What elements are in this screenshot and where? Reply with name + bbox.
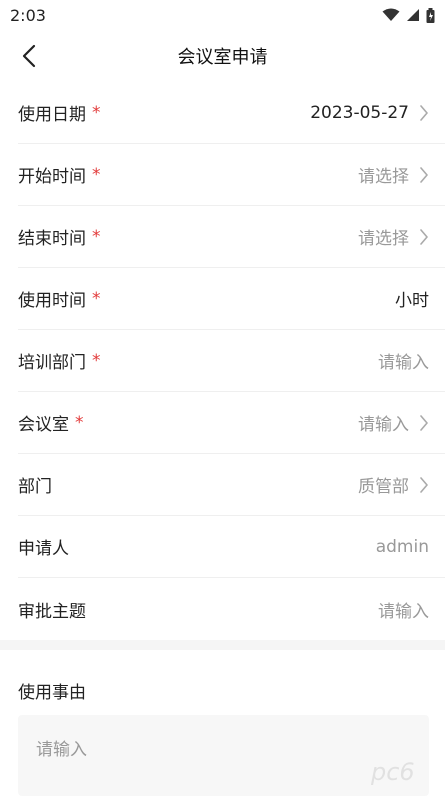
- row-label: 部门: [18, 477, 52, 497]
- row-value: admin: [375, 536, 429, 557]
- row-value: 请输入: [378, 353, 429, 373]
- back-button[interactable]: [14, 40, 44, 72]
- required-mark: *: [92, 164, 101, 185]
- row-meeting-room[interactable]: 会议室 * 请输入: [18, 392, 445, 454]
- row-value: 质管部: [358, 477, 409, 497]
- required-mark: *: [92, 102, 101, 123]
- wifi-icon: [382, 8, 400, 21]
- row-applicant: 申请人 admin: [18, 516, 445, 578]
- status-icons: [382, 7, 435, 23]
- row-value: 请输入: [378, 601, 429, 622]
- watermark-logo: pc6: [370, 758, 415, 786]
- battery-icon: [426, 7, 435, 23]
- row-approval-subject[interactable]: 审批主题 请输入: [18, 578, 445, 640]
- required-mark: *: [92, 288, 101, 309]
- row-label: 会议室: [18, 415, 69, 435]
- row-label: 申请人: [18, 539, 69, 559]
- chevron-left-icon: [22, 44, 36, 68]
- row-start-time[interactable]: 开始时间 * 请选择: [18, 144, 445, 206]
- reason-label: 使用事由: [18, 683, 86, 703]
- status-time: 2:03: [10, 5, 46, 25]
- chevron-right-icon: [420, 166, 428, 183]
- row-value: 请选择: [358, 167, 409, 187]
- row-value: 请选择: [358, 229, 409, 249]
- row-label: 使用时间: [18, 291, 86, 311]
- chevron-right-icon: [420, 414, 428, 431]
- row-usage-duration[interactable]: 使用时间 * 小时: [18, 268, 445, 330]
- row-department[interactable]: 部门 质管部: [18, 454, 445, 516]
- row-value: 请输入: [358, 415, 409, 435]
- row-label: 结束时间: [18, 229, 86, 249]
- signal-icon: [407, 9, 419, 21]
- required-mark: *: [92, 226, 101, 247]
- row-usage-date[interactable]: 使用日期 * 2023-05-27: [18, 82, 445, 144]
- row-label: 审批主题: [18, 601, 86, 622]
- row-value: 2023-05-27: [310, 102, 409, 123]
- chevron-right-icon: [420, 228, 428, 245]
- required-mark: *: [75, 412, 84, 433]
- required-mark: *: [92, 350, 101, 371]
- row-label: 培训部门: [18, 353, 86, 373]
- status-bar: 2:03: [0, 0, 445, 30]
- row-value: 小时: [395, 291, 429, 311]
- chevron-right-icon: [420, 104, 428, 121]
- nav-bar: 会议室申请: [0, 30, 445, 82]
- application-form: 使用日期 * 2023-05-27 开始时间 * 请选择 结束时间 * 请选择 使用时…: [0, 82, 445, 640]
- chevron-right-icon: [420, 476, 428, 493]
- row-training-dept[interactable]: 培训部门 * 请输入: [18, 330, 445, 392]
- row-label: 开始时间: [18, 167, 86, 187]
- row-end-time[interactable]: 结束时间 * 请选择: [18, 206, 445, 268]
- row-label: 使用日期: [18, 105, 86, 125]
- page-title: 会议室申请: [177, 47, 268, 68]
- section-divider: [0, 640, 445, 650]
- watermark-text: pc6: [370, 758, 415, 786]
